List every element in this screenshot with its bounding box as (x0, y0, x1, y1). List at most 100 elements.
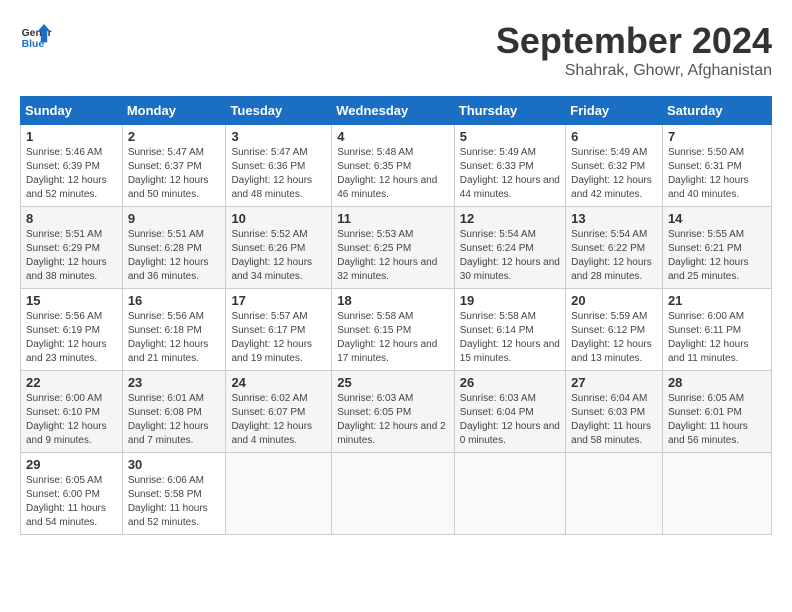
calendar-cell: 4 Sunrise: 5:48 AM Sunset: 6:35 PM Daylig… (332, 125, 455, 207)
day-info: Sunrise: 6:03 AM Sunset: 6:04 PM Dayligh… (460, 392, 560, 448)
calendar-week-row: 8 Sunrise: 5:51 AM Sunset: 6:29 PM Daylig… (21, 207, 772, 289)
calendar-cell: 13 Sunrise: 5:54 AM Sunset: 6:22 PM Dayli… (566, 207, 663, 289)
calendar-cell: 25 Sunrise: 6:03 AM Sunset: 6:05 PM Dayli… (332, 371, 455, 453)
calendar-cell: 17 Sunrise: 5:57 AM Sunset: 6:17 PM Dayli… (226, 289, 332, 371)
day-info: Sunrise: 5:47 AM Sunset: 6:37 PM Dayligh… (128, 146, 221, 202)
day-info: Sunrise: 5:58 AM Sunset: 6:15 PM Dayligh… (337, 310, 449, 366)
day-number: 19 (460, 293, 560, 308)
day-number: 25 (337, 375, 449, 390)
calendar-cell: 8 Sunrise: 5:51 AM Sunset: 6:29 PM Daylig… (21, 207, 123, 289)
logo-icon: General Blue (20, 20, 52, 52)
day-info: Sunrise: 5:59 AM Sunset: 6:12 PM Dayligh… (571, 310, 657, 366)
day-info: Sunrise: 5:51 AM Sunset: 6:29 PM Dayligh… (26, 228, 117, 284)
day-number: 8 (26, 211, 117, 226)
calendar-cell: 18 Sunrise: 5:58 AM Sunset: 6:15 PM Dayli… (332, 289, 455, 371)
calendar-cell: 20Sunrise: 5:59 AM Sunset: 6:12 PM Dayli… (566, 289, 663, 371)
calendar-cell: 28Sunrise: 6:05 AM Sunset: 6:01 PM Dayli… (662, 371, 771, 453)
calendar-cell: 16 Sunrise: 5:56 AM Sunset: 6:18 PM Dayli… (122, 289, 226, 371)
calendar-cell: 30 Sunrise: 6:06 AM Sunset: 5:58 PM Dayli… (122, 453, 226, 535)
day-number: 26 (460, 375, 560, 390)
day-number: 4 (337, 129, 449, 144)
day-info: Sunrise: 5:55 AM Sunset: 6:21 PM Dayligh… (668, 228, 766, 284)
calendar-cell (332, 453, 455, 535)
day-number: 1 (26, 129, 117, 144)
calendar-cell: 11Sunrise: 5:53 AM Sunset: 6:25 PM Dayli… (332, 207, 455, 289)
calendar-week-row: 29 Sunrise: 6:05 AM Sunset: 6:00 PM Dayli… (21, 453, 772, 535)
day-info: Sunrise: 6:02 AM Sunset: 6:07 PM Dayligh… (231, 392, 326, 448)
day-number: 28 (668, 375, 766, 390)
day-number: 27 (571, 375, 657, 390)
calendar-cell (566, 453, 663, 535)
day-number: 21 (668, 293, 766, 308)
day-number: 17 (231, 293, 326, 308)
day-info: Sunrise: 5:56 AM Sunset: 6:19 PM Dayligh… (26, 310, 117, 366)
calendar-title: September 2024 (496, 20, 772, 62)
calendar-cell: 9Sunrise: 5:51 AM Sunset: 6:28 PM Daylig… (122, 207, 226, 289)
calendar-cell: 22 Sunrise: 6:00 AM Sunset: 6:10 PM Dayli… (21, 371, 123, 453)
calendar-cell: 27 Sunrise: 6:04 AM Sunset: 6:03 PM Dayli… (566, 371, 663, 453)
calendar-header-row: SundayMondayTuesdayWednesdayThursdayFrid… (21, 97, 772, 125)
calendar-cell: 29 Sunrise: 6:05 AM Sunset: 6:00 PM Dayli… (21, 453, 123, 535)
day-number: 24 (231, 375, 326, 390)
header-cell-friday: Friday (566, 97, 663, 125)
calendar-cell: 21 Sunrise: 6:00 AM Sunset: 6:11 PM Dayli… (662, 289, 771, 371)
day-info: Sunrise: 5:49 AM Sunset: 6:33 PM Dayligh… (460, 146, 560, 202)
header-cell-tuesday: Tuesday (226, 97, 332, 125)
day-number: 7 (668, 129, 766, 144)
day-number: 3 (231, 129, 326, 144)
day-info: Sunrise: 6:04 AM Sunset: 6:03 PM Dayligh… (571, 392, 657, 448)
calendar-subtitle: Shahrak, Ghowr, Afghanistan (496, 62, 772, 80)
day-info: Sunrise: 5:46 AM Sunset: 6:39 PM Dayligh… (26, 146, 117, 202)
day-number: 6 (571, 129, 657, 144)
logo: General Blue (20, 20, 52, 52)
day-info: Sunrise: 6:06 AM Sunset: 5:58 PM Dayligh… (128, 474, 221, 530)
calendar-cell: 12Sunrise: 5:54 AM Sunset: 6:24 PM Dayli… (454, 207, 565, 289)
day-info: Sunrise: 5:49 AM Sunset: 6:32 PM Dayligh… (571, 146, 657, 202)
day-info: Sunrise: 6:05 AM Sunset: 6:00 PM Dayligh… (26, 474, 117, 530)
day-number: 29 (26, 457, 117, 472)
day-info: Sunrise: 5:57 AM Sunset: 6:17 PM Dayligh… (231, 310, 326, 366)
calendar-cell: 7 Sunrise: 5:50 AM Sunset: 6:31 PM Daylig… (662, 125, 771, 207)
day-info: Sunrise: 6:03 AM Sunset: 6:05 PM Dayligh… (337, 392, 449, 448)
calendar-cell (454, 453, 565, 535)
day-number: 18 (337, 293, 449, 308)
day-number: 16 (128, 293, 221, 308)
header: General Blue September 2024 Shahrak, Gho… (20, 20, 772, 80)
day-info: Sunrise: 5:56 AM Sunset: 6:18 PM Dayligh… (128, 310, 221, 366)
calendar-cell: 14 Sunrise: 5:55 AM Sunset: 6:21 PM Dayli… (662, 207, 771, 289)
day-number: 13 (571, 211, 657, 226)
day-number: 14 (668, 211, 766, 226)
calendar-cell: 24 Sunrise: 6:02 AM Sunset: 6:07 PM Dayli… (226, 371, 332, 453)
calendar-table: SundayMondayTuesdayWednesdayThursdayFrid… (20, 96, 772, 535)
calendar-week-row: 22 Sunrise: 6:00 AM Sunset: 6:10 PM Dayli… (21, 371, 772, 453)
header-cell-thursday: Thursday (454, 97, 565, 125)
day-number: 2 (128, 129, 221, 144)
day-info: Sunrise: 5:47 AM Sunset: 6:36 PM Dayligh… (231, 146, 326, 202)
calendar-cell: 2 Sunrise: 5:47 AM Sunset: 6:37 PM Daylig… (122, 125, 226, 207)
day-number: 12 (460, 211, 560, 226)
day-info: Sunrise: 5:51 AM Sunset: 6:28 PM Dayligh… (128, 228, 221, 284)
calendar-cell (662, 453, 771, 535)
day-info: Sunrise: 6:00 AM Sunset: 6:11 PM Dayligh… (668, 310, 766, 366)
calendar-week-row: 15Sunrise: 5:56 AM Sunset: 6:19 PM Dayli… (21, 289, 772, 371)
day-info: Sunrise: 5:50 AM Sunset: 6:31 PM Dayligh… (668, 146, 766, 202)
day-info: Sunrise: 6:00 AM Sunset: 6:10 PM Dayligh… (26, 392, 117, 448)
header-cell-monday: Monday (122, 97, 226, 125)
calendar-cell (226, 453, 332, 535)
day-number: 11 (337, 211, 449, 226)
header-cell-saturday: Saturday (662, 97, 771, 125)
day-number: 10 (231, 211, 326, 226)
calendar-week-row: 1 Sunrise: 5:46 AM Sunset: 6:39 PM Daylig… (21, 125, 772, 207)
day-info: Sunrise: 5:54 AM Sunset: 6:22 PM Dayligh… (571, 228, 657, 284)
day-number: 22 (26, 375, 117, 390)
calendar-cell: 3 Sunrise: 5:47 AM Sunset: 6:36 PM Daylig… (226, 125, 332, 207)
calendar-cell: 19 Sunrise: 5:58 AM Sunset: 6:14 PM Dayli… (454, 289, 565, 371)
day-info: Sunrise: 5:58 AM Sunset: 6:14 PM Dayligh… (460, 310, 560, 366)
day-info: Sunrise: 5:52 AM Sunset: 6:26 PM Dayligh… (231, 228, 326, 284)
calendar-cell: 6 Sunrise: 5:49 AM Sunset: 6:32 PM Daylig… (566, 125, 663, 207)
title-area: September 2024 Shahrak, Ghowr, Afghanist… (496, 20, 772, 80)
day-info: Sunrise: 6:01 AM Sunset: 6:08 PM Dayligh… (128, 392, 221, 448)
calendar-cell: 1 Sunrise: 5:46 AM Sunset: 6:39 PM Daylig… (21, 125, 123, 207)
day-number: 30 (128, 457, 221, 472)
day-info: Sunrise: 5:48 AM Sunset: 6:35 PM Dayligh… (337, 146, 449, 202)
